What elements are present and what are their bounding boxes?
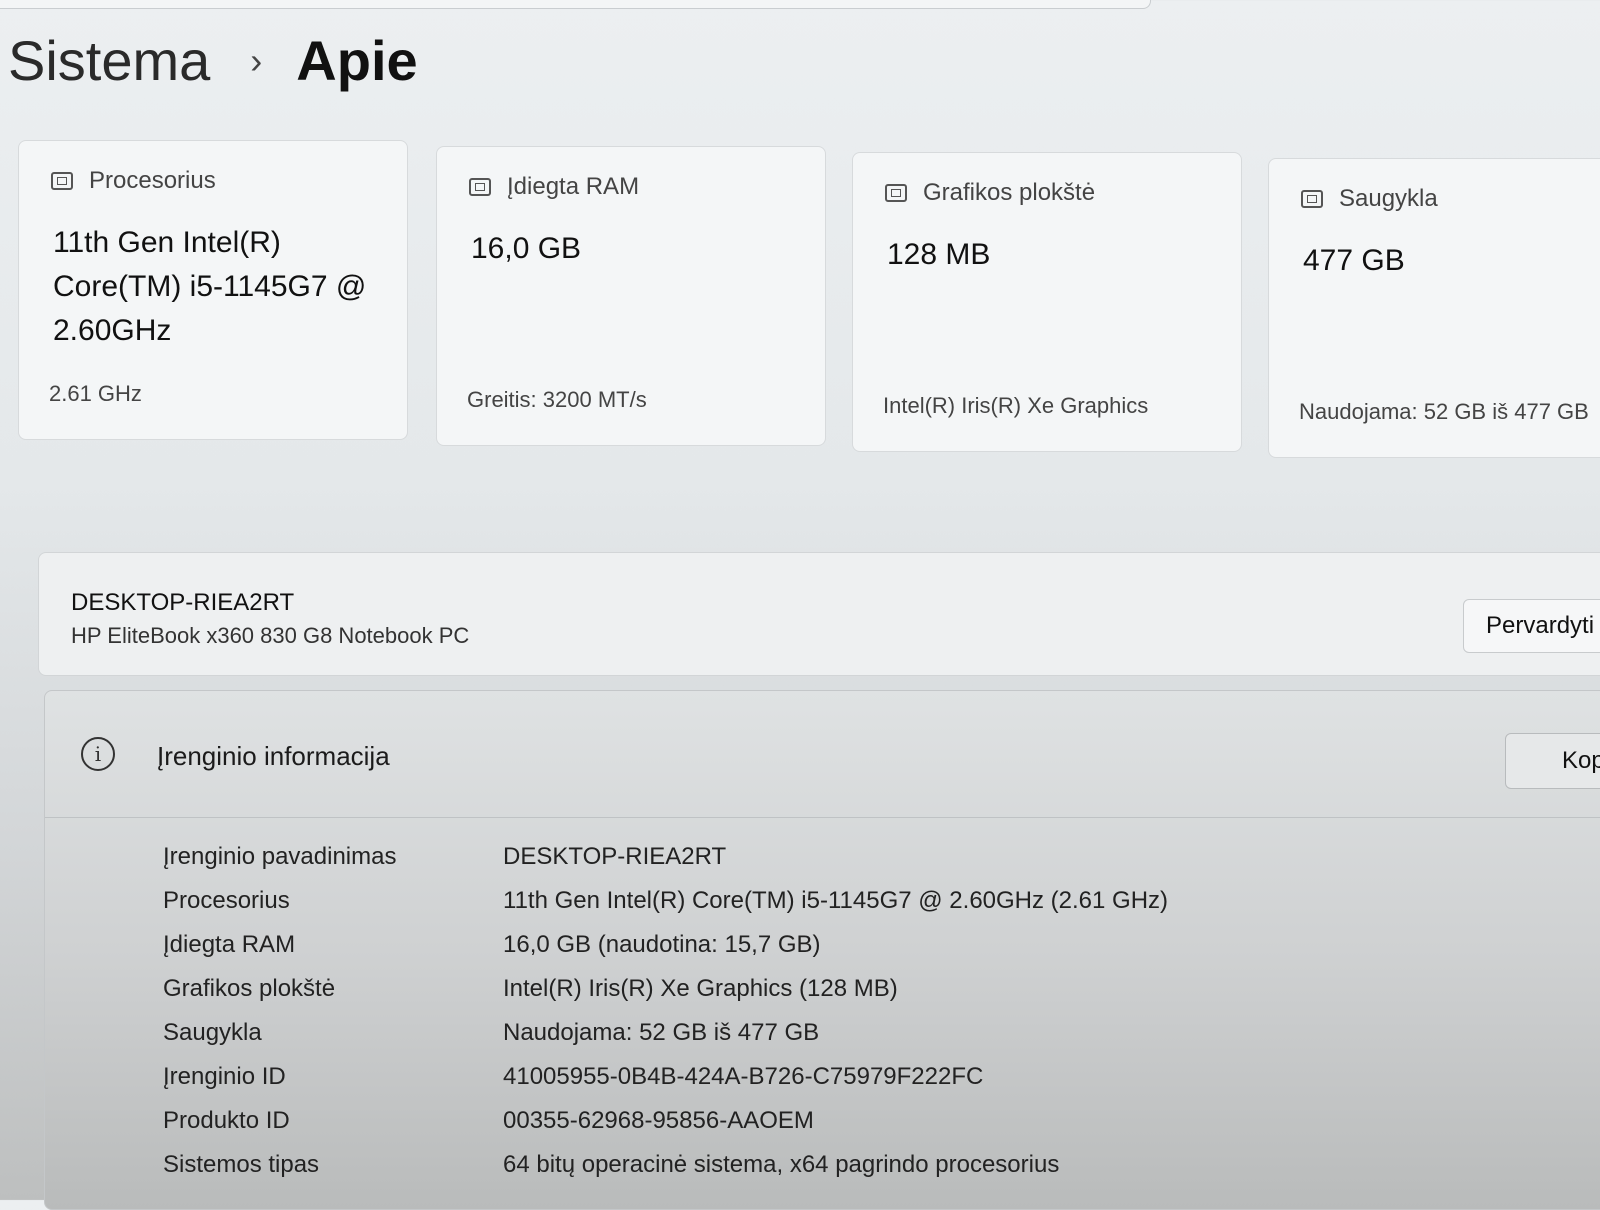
copy-button[interactable]: Kop	[1505, 733, 1600, 789]
card-subtitle: Greitis: 3200 MT/s	[467, 387, 647, 412]
spec-row: Įrenginio ID 41005955-0B4B-424A-B726-C75…	[163, 1057, 983, 1097]
card-subtitle: 2.61 GHz	[49, 381, 142, 406]
spec-label: Įrenginio pavadinimas	[163, 843, 397, 870]
card-title: Grafikos plokštė	[923, 179, 1096, 206]
breadcrumb-parent[interactable]: Sistema	[8, 28, 210, 93]
rename-button[interactable]: Pervardyti	[1463, 599, 1600, 653]
card-ram: Įdiegta RAM 16,0 GB Greitis: 3200 MT/s	[436, 146, 826, 446]
spec-value: 11th Gen Intel(R) Core(TM) i5-1145G7 @ 2…	[503, 887, 1169, 914]
spec-row: Saugykla Naudojama: 52 GB iš 477 GB	[163, 1013, 819, 1053]
spec-row: Procesorius 11th Gen Intel(R) Core(TM) i…	[163, 881, 1168, 921]
spec-row: Sistemos tipas 64 bitų operacinė sistema…	[163, 1145, 1059, 1185]
device-info-header[interactable]: i Įrenginio informacija Kop	[45, 691, 1600, 818]
storage-icon	[1301, 190, 1323, 208]
card-graphics: Grafikos plokštė 128 MB Intel(R) Iris(R)…	[852, 152, 1242, 452]
device-model: HP EliteBook x360 830 G8 Notebook PC	[71, 623, 470, 648]
card-title: Įdiegta RAM	[507, 173, 640, 200]
card-value: 11th Gen Intel(R) Core(TM) i5-1145G7 @ 2…	[53, 226, 367, 347]
page-title: Apie	[296, 29, 418, 92]
spec-row: Įrenginio pavadinimas DESKTOP-RIEA2RT	[163, 837, 726, 877]
spec-label: Procesorius	[163, 887, 290, 914]
spec-label: Produkto ID	[163, 1107, 290, 1134]
card-title: Saugykla	[1339, 185, 1438, 212]
spec-label: Grafikos plokštė	[163, 975, 336, 1002]
card-value: 16,0 GB	[471, 232, 582, 265]
card-storage: Saugykla 477 GB Naudojama: 52 GB iš 477 …	[1268, 158, 1600, 458]
ram-icon	[469, 178, 491, 196]
spec-value: 16,0 GB (naudotina: 15,7 GB)	[503, 931, 821, 958]
spec-label: Įrenginio ID	[163, 1063, 286, 1090]
spec-value: DESKTOP-RIEA2RT	[503, 843, 727, 870]
spec-row: Grafikos plokštė Intel(R) Iris(R) Xe Gra…	[163, 969, 898, 1009]
breadcrumb-separator-icon: ›	[250, 39, 263, 81]
spec-value: Naudojama: 52 GB iš 477 GB	[503, 1019, 820, 1046]
device-name-row: DESKTOP-RIEA2RT HP EliteBook x360 830 G8…	[38, 552, 1600, 676]
spec-value: 00355-62968-95856-AAOEM	[503, 1107, 814, 1134]
card-value: 477 GB	[1303, 244, 1405, 277]
card-processor: Procesorius 11th Gen Intel(R) Core(TM) i…	[18, 140, 408, 440]
card-subtitle: Intel(R) Iris(R) Xe Graphics	[883, 393, 1149, 418]
spec-row: Įdiegta RAM 16,0 GB (naudotina: 15,7 GB)	[163, 925, 821, 965]
spec-label: Saugykla	[163, 1019, 262, 1046]
device-info-panel: i Įrenginio informacija Kop Įrenginio pa…	[44, 690, 1600, 1210]
spec-label: Įdiegta RAM	[163, 931, 296, 958]
info-icon: i	[81, 737, 115, 771]
device-info-title: Įrenginio informacija	[157, 741, 390, 771]
spec-label: Sistemos tipas	[163, 1151, 320, 1178]
spec-value: 41005955-0B4B-424A-B726-C75979F222FC	[503, 1063, 984, 1090]
card-subtitle: Naudojama: 52 GB iš 477 GB	[1299, 399, 1589, 424]
card-value: 128 MB	[887, 238, 991, 271]
graphics-icon	[885, 184, 907, 202]
spec-value: Intel(R) Iris(R) Xe Graphics (128 MB)	[503, 975, 898, 1002]
device-name: DESKTOP-RIEA2RT	[71, 589, 295, 616]
top-edge	[0, 0, 1151, 9]
card-title: Procesorius	[89, 167, 216, 194]
breadcrumb: Sistema › Apie	[8, 28, 418, 93]
spec-row: Produkto ID 00355-62968-95856-AAOEM	[163, 1101, 814, 1141]
processor-icon	[51, 172, 73, 190]
spec-value: 64 bitų operacinė sistema, x64 pagrindo …	[503, 1151, 1060, 1178]
